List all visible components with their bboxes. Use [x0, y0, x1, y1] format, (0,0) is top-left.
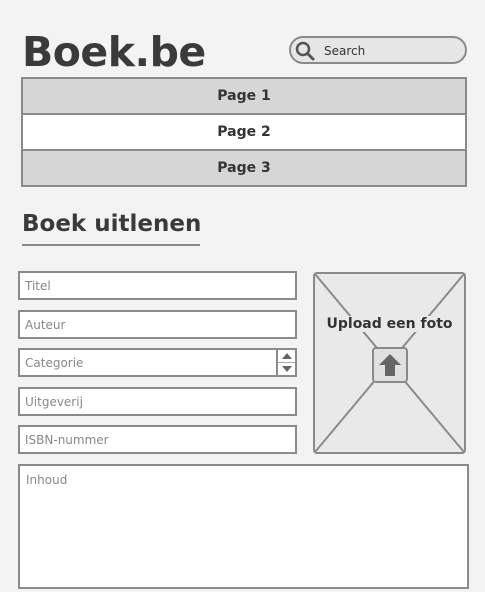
nav-item-page-3[interactable]: Page 3	[21, 149, 467, 187]
stepper-down-button[interactable]	[278, 363, 295, 375]
stepper-up-button[interactable]	[278, 350, 295, 363]
publisher-field	[18, 387, 297, 416]
isbn-field	[18, 425, 297, 454]
author-field	[18, 310, 297, 339]
category-field	[18, 348, 297, 377]
upload-label: Upload een foto	[315, 316, 464, 332]
search-input[interactable]	[324, 41, 459, 61]
isbn-input[interactable]	[20, 427, 295, 452]
photo-upload[interactable]: Upload een foto	[313, 272, 466, 454]
main-nav: Page 1 Page 2 Page 3	[21, 77, 467, 187]
page-title: Boek uitlenen	[22, 211, 202, 237]
title-field	[18, 271, 297, 300]
category-input[interactable]	[20, 350, 295, 375]
title-underline	[22, 244, 200, 246]
publisher-input[interactable]	[20, 389, 295, 414]
content-field	[18, 464, 469, 589]
upload-button[interactable]	[372, 347, 408, 383]
search-box[interactable]	[289, 36, 467, 64]
author-input[interactable]	[20, 312, 295, 337]
nav-item-page-2[interactable]: Page 2	[21, 113, 467, 151]
title-input[interactable]	[20, 273, 295, 298]
chevron-down-icon	[281, 366, 292, 372]
category-stepper[interactable]	[276, 350, 295, 375]
chevron-up-icon	[281, 353, 292, 359]
upload-arrow-icon	[379, 354, 401, 376]
content-textarea[interactable]	[20, 466, 467, 587]
search-icon	[295, 41, 315, 61]
site-logo[interactable]: Boek.be	[22, 28, 206, 76]
nav-item-page-1[interactable]: Page 1	[21, 77, 467, 115]
